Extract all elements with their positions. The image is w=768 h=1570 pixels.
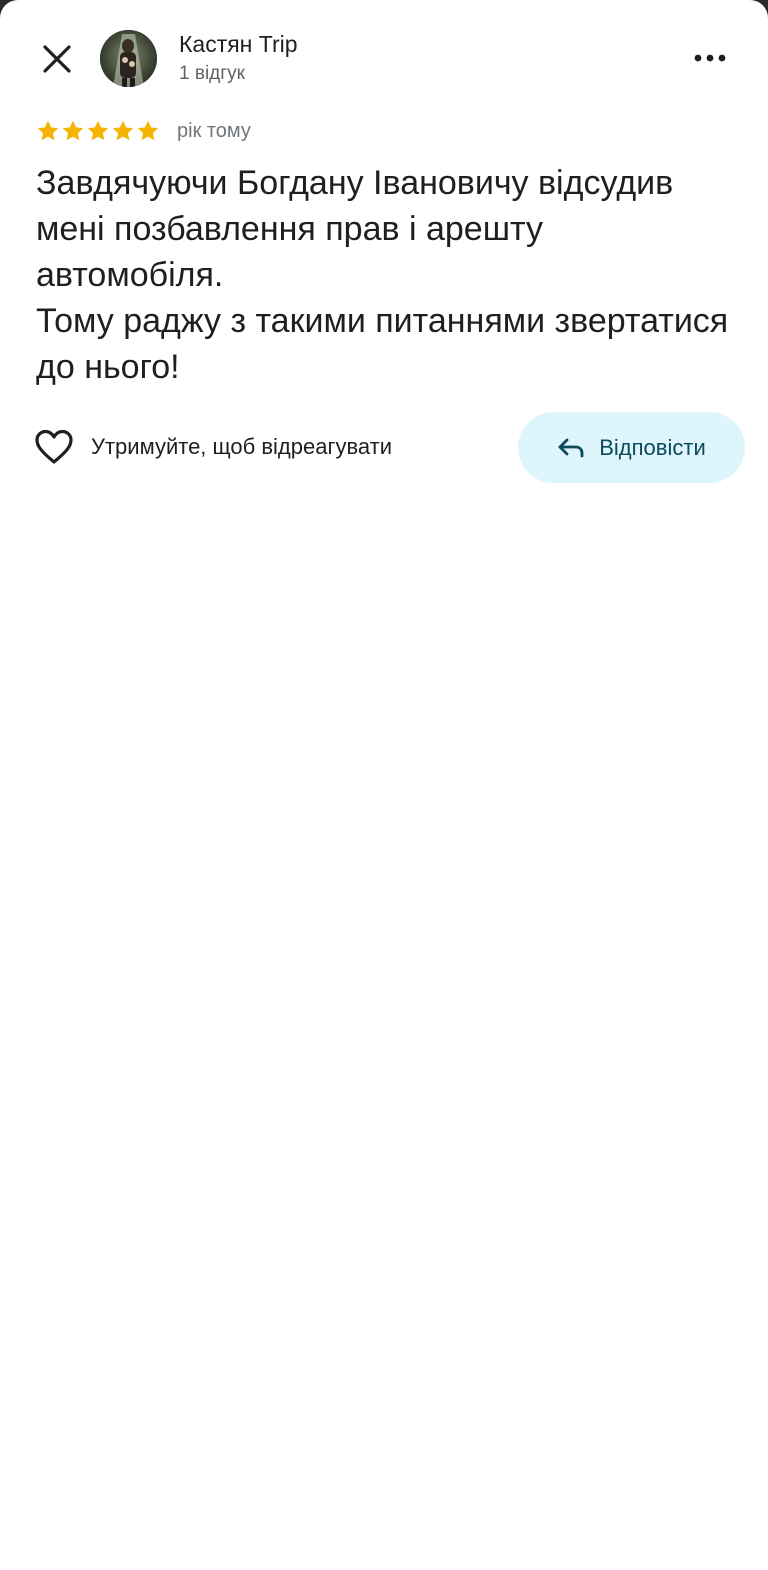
star-rating [36, 119, 160, 143]
author-review-count: 1 відгук [179, 63, 245, 84]
more-horizontal-icon [694, 54, 726, 62]
avatar-photo [100, 30, 157, 87]
review-date: рік тому [177, 119, 251, 142]
reply-arrow-icon [558, 438, 584, 457]
star-icon [87, 120, 109, 141]
review-text: Завдячуючи Богдану Івановичу відсудив ме… [36, 164, 729, 386]
react-button-label: Утримуйте, щоб відреагувати [91, 434, 393, 459]
avatar[interactable] [100, 30, 157, 87]
reply-button-label: Відповісти [599, 434, 706, 460]
close-button[interactable] [27, 29, 87, 89]
more-options-button[interactable] [682, 32, 738, 84]
react-button[interactable]: Утримуйте, щоб відреагувати [34, 424, 392, 470]
star-icon [37, 120, 59, 141]
close-icon [43, 45, 71, 73]
heart-outline-icon [35, 429, 73, 464]
review-sheet: Кастян Trip 1 відгук рік тому Завдячуючи… [0, 0, 768, 1570]
rating-row: рік тому [36, 117, 251, 145]
star-icon [112, 120, 134, 141]
author-name[interactable]: Кастян Trip [179, 31, 298, 58]
star-icon [137, 120, 159, 141]
star-icon [62, 120, 84, 141]
reply-button[interactable]: Відповісти [518, 412, 745, 483]
